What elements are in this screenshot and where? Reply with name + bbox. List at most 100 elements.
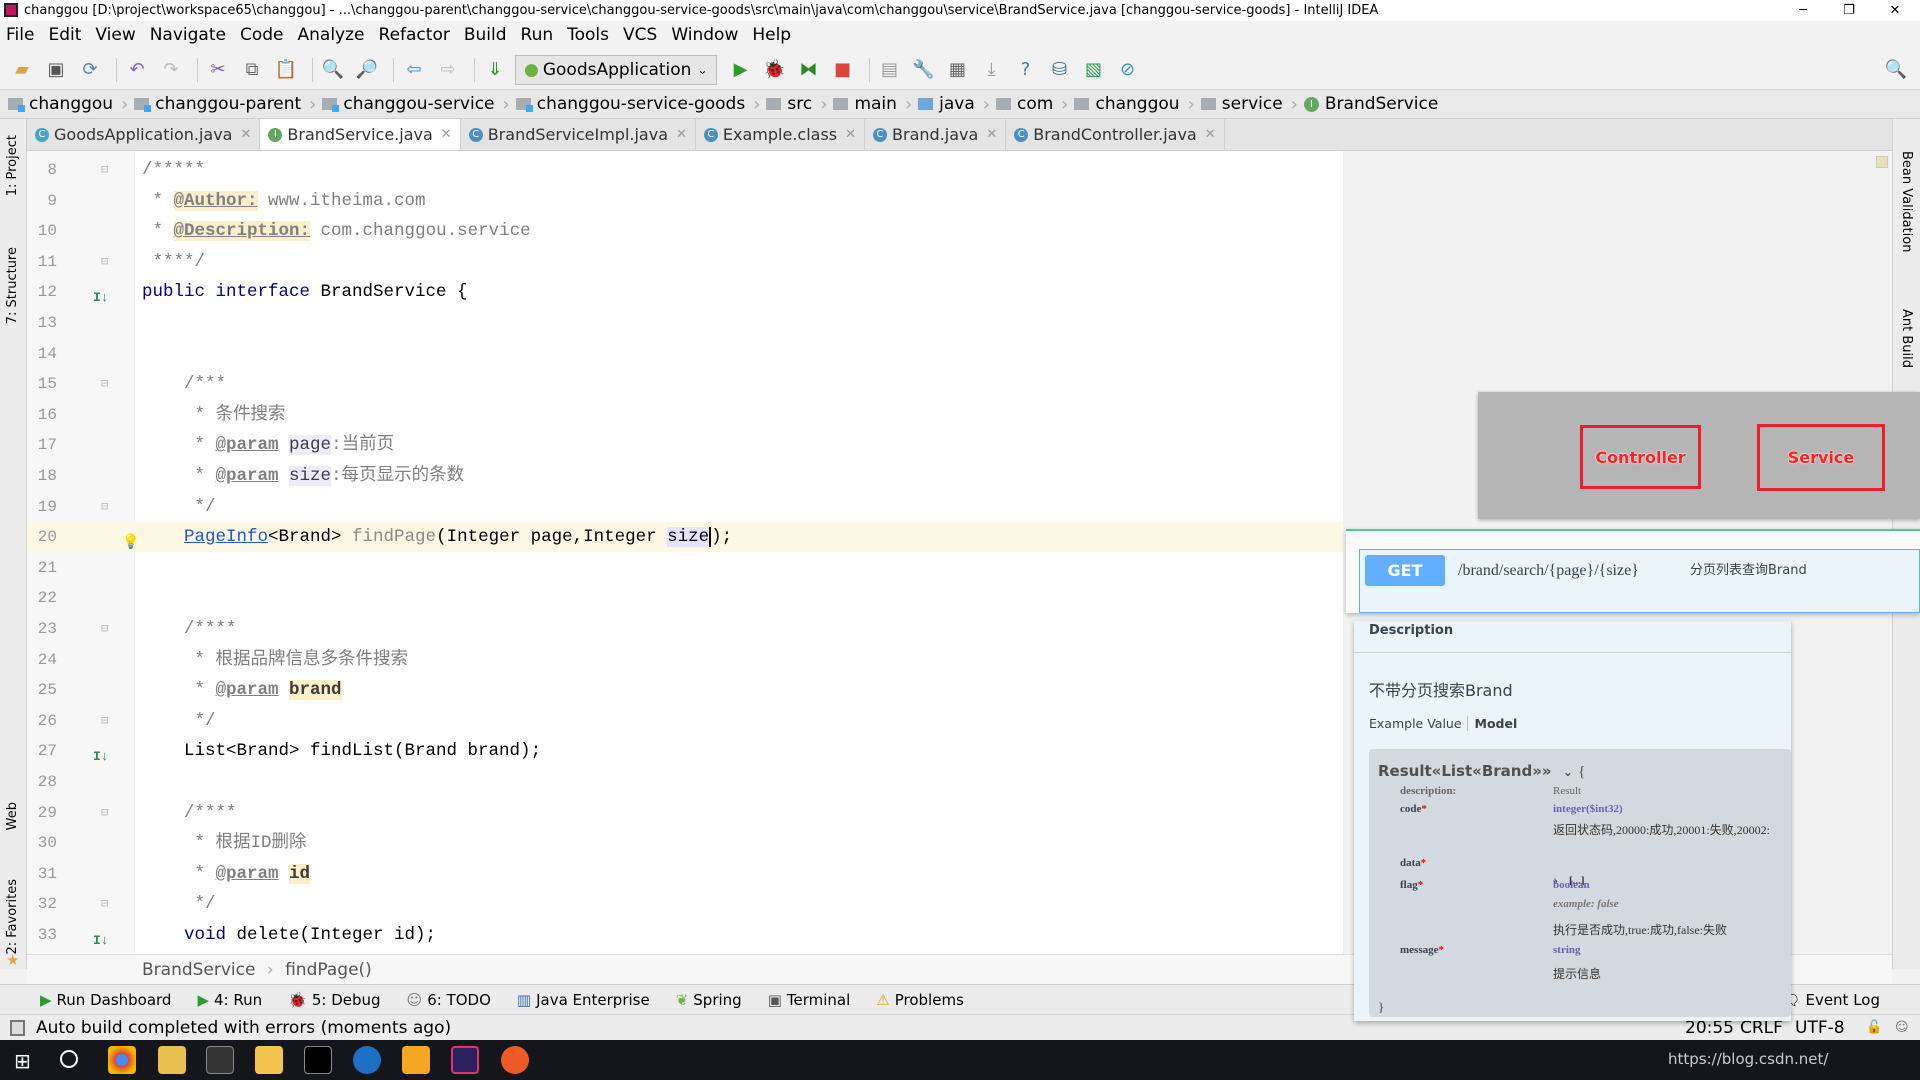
app-icon[interactable] — [158, 1046, 186, 1074]
menu-vcs[interactable]: VCS — [623, 25, 657, 45]
close-button[interactable]: ✕ — [1872, 0, 1918, 21]
menu-help[interactable]: Help — [752, 25, 791, 45]
tool-window-java-enterprise[interactable]: ▥ Java Enterprise — [517, 991, 650, 1009]
close-tab-icon[interactable]: ✕ — [845, 127, 856, 142]
tool-web[interactable]: Web — [5, 802, 20, 830]
save-icon[interactable]: ▣ — [42, 56, 70, 84]
download-icon[interactable]: ⤓ — [978, 56, 1006, 84]
lock-icon[interactable]: 🔓 — [1866, 1015, 1882, 1041]
tool-window-terminal[interactable]: ▣ Terminal — [768, 991, 851, 1009]
crumb-class[interactable]: BrandService — [142, 960, 255, 980]
minimize-button[interactable]: ─ — [1780, 0, 1826, 21]
fold-icon[interactable]: ⊟ — [101, 798, 108, 828]
fold-icon[interactable]: ⊟ — [101, 492, 108, 522]
file-explorer-icon[interactable] — [255, 1046, 283, 1074]
menu-edit[interactable]: Edit — [48, 25, 81, 45]
inspection-status-icon[interactable] — [1876, 156, 1888, 168]
debug-icon[interactable]: 🐞 — [761, 56, 789, 84]
tool-favorites[interactable]: 2: Favorites — [5, 879, 20, 955]
help-icon[interactable]: ? — [1012, 56, 1040, 84]
close-tab-icon[interactable]: ✕ — [986, 127, 997, 142]
crumb-method[interactable]: findPage() — [285, 960, 372, 980]
forward-icon[interactable]: ⇨ — [434, 56, 462, 84]
maximize-button[interactable]: ❐ — [1826, 0, 1872, 21]
find-icon[interactable]: 🔍 — [319, 56, 347, 84]
sync-icon[interactable]: ⟳ — [76, 56, 104, 84]
paste-icon[interactable]: 📋 — [272, 56, 300, 84]
implemented-icon[interactable]: I↓ — [93, 742, 109, 764]
back-icon[interactable]: ⇦ — [400, 56, 428, 84]
tab-brandserviceimpl-java[interactable]: C BrandServiceImpl.java ✕ — [461, 119, 696, 150]
example-value-tab[interactable]: Example Value — [1369, 716, 1462, 731]
settings-icon[interactable]: 🔧 — [910, 56, 938, 84]
breadcrumb-item[interactable]: changgou-service › — [322, 94, 510, 115]
cut-icon[interactable]: ✂ — [204, 56, 232, 84]
menu-tools[interactable]: Tools — [567, 25, 609, 45]
code-editor[interactable]: 8 ⊟/***** 9 * @Author: www.itheima.com 10 *… — [27, 151, 1343, 954]
deploy-icon[interactable]: ⛁ — [1046, 56, 1074, 84]
tab-brandcontroller-java[interactable]: C BrandController.java ✕ — [1006, 119, 1225, 150]
run-config-select[interactable]: ● GoodsApplication ⌄ — [515, 54, 717, 85]
menu-analyze[interactable]: Analyze — [298, 25, 365, 45]
close-tab-icon[interactable]: ✕ — [676, 127, 687, 142]
modules-icon[interactable]: ▦ — [944, 56, 972, 84]
lightbulb-icon[interactable]: 💡 — [122, 528, 139, 551]
tab-example-class[interactable]: C Example.class ✕ — [696, 119, 866, 150]
tool-window-spring[interactable]: ❦ Spring — [676, 991, 742, 1009]
menu-navigate[interactable]: Navigate — [150, 25, 226, 45]
breadcrumb-item[interactable]: changgou › — [1074, 94, 1195, 115]
tab-brand-java[interactable]: C Brand.java ✕ — [865, 119, 1007, 150]
fold-icon[interactable]: ⊟ — [101, 889, 108, 919]
implemented-icon[interactable]: I↓ — [93, 926, 109, 948]
tool-project[interactable]: 1: Project — [5, 135, 20, 196]
coverage-icon[interactable]: ⧓ — [795, 56, 823, 84]
breadcrumb-item[interactable]: changgou-parent › — [134, 94, 316, 115]
menu-window[interactable]: Window — [671, 25, 738, 45]
app-icon[interactable] — [353, 1046, 381, 1074]
tool-window-problems[interactable]: ⚠ Problems — [876, 991, 964, 1009]
project-structure-icon[interactable]: ▤ — [876, 56, 904, 84]
close-tab-icon[interactable]: ✕ — [441, 127, 452, 142]
menu-build[interactable]: Build — [464, 25, 507, 45]
close-tab-icon[interactable]: ✕ — [240, 127, 251, 142]
event-log-button[interactable]: 🗨 Event Log — [1781, 991, 1880, 1009]
tool-window--run[interactable]: ▶ 4: Run — [197, 991, 262, 1009]
windows-start-icon[interactable]: ⊞ — [14, 1049, 31, 1073]
app-icon[interactable] — [402, 1046, 430, 1074]
menu-view[interactable]: View — [95, 25, 135, 45]
endpoint-row[interactable]: GET /brand/search/{page}/{size} 分页列表查询Br… — [1359, 549, 1920, 613]
fold-icon[interactable]: ⊟ — [101, 155, 108, 185]
disable-icon[interactable]: ⊘ — [1114, 56, 1142, 84]
intellij-icon[interactable] — [451, 1046, 479, 1074]
run-icon[interactable]: ▶ — [727, 56, 755, 84]
breadcrumb-item[interactable]: changgou-service-goods › — [515, 94, 760, 115]
tool-window-run-dashboard[interactable]: ▶ Run Dashboard — [40, 991, 171, 1009]
tool-bean-validation[interactable]: Bean Validation — [1899, 151, 1914, 252]
chevron-down-icon[interactable]: ⌄ — [1563, 765, 1573, 779]
redo-icon[interactable]: ↷ — [157, 56, 185, 84]
tab-brandservice-java[interactable]: I BrandService.java ✕ — [260, 119, 461, 150]
menu-code[interactable]: Code — [240, 25, 284, 45]
fold-icon[interactable]: ⊟ — [101, 247, 108, 277]
inspector-icon[interactable]: ☺ — [1895, 1015, 1909, 1041]
tool-window--todo[interactable]: ☺ 6: TODO — [407, 991, 491, 1009]
fold-icon[interactable]: ⊟ — [101, 706, 108, 736]
close-tab-icon[interactable]: ✕ — [1205, 127, 1216, 142]
menu-run[interactable]: Run — [521, 25, 554, 45]
stop-icon[interactable]: ■ — [829, 56, 857, 84]
breadcrumb-item[interactable]: main › — [833, 94, 912, 115]
file-encoding[interactable]: UTF-8 — [1795, 1015, 1845, 1041]
menu-file[interactable]: File — [6, 25, 34, 45]
breadcrumb-item[interactable]: I BrandService — [1303, 94, 1438, 114]
tool-window--debug[interactable]: 🐞 5: Debug — [288, 991, 380, 1009]
monitor-icon[interactable]: ▧ — [1080, 56, 1108, 84]
breadcrumb-item[interactable]: service › — [1200, 94, 1298, 115]
cortana-icon[interactable] — [60, 1050, 78, 1068]
search-everywhere-icon[interactable]: 🔍 — [1882, 56, 1910, 84]
implemented-icon[interactable]: I↓ — [93, 283, 109, 305]
tool-structure[interactable]: 7: Structure — [5, 247, 20, 324]
breadcrumb-item[interactable]: java › — [918, 94, 990, 115]
menu-refactor[interactable]: Refactor — [379, 25, 450, 45]
app-icon[interactable] — [206, 1046, 234, 1074]
breadcrumb-item[interactable]: com › — [995, 94, 1068, 115]
